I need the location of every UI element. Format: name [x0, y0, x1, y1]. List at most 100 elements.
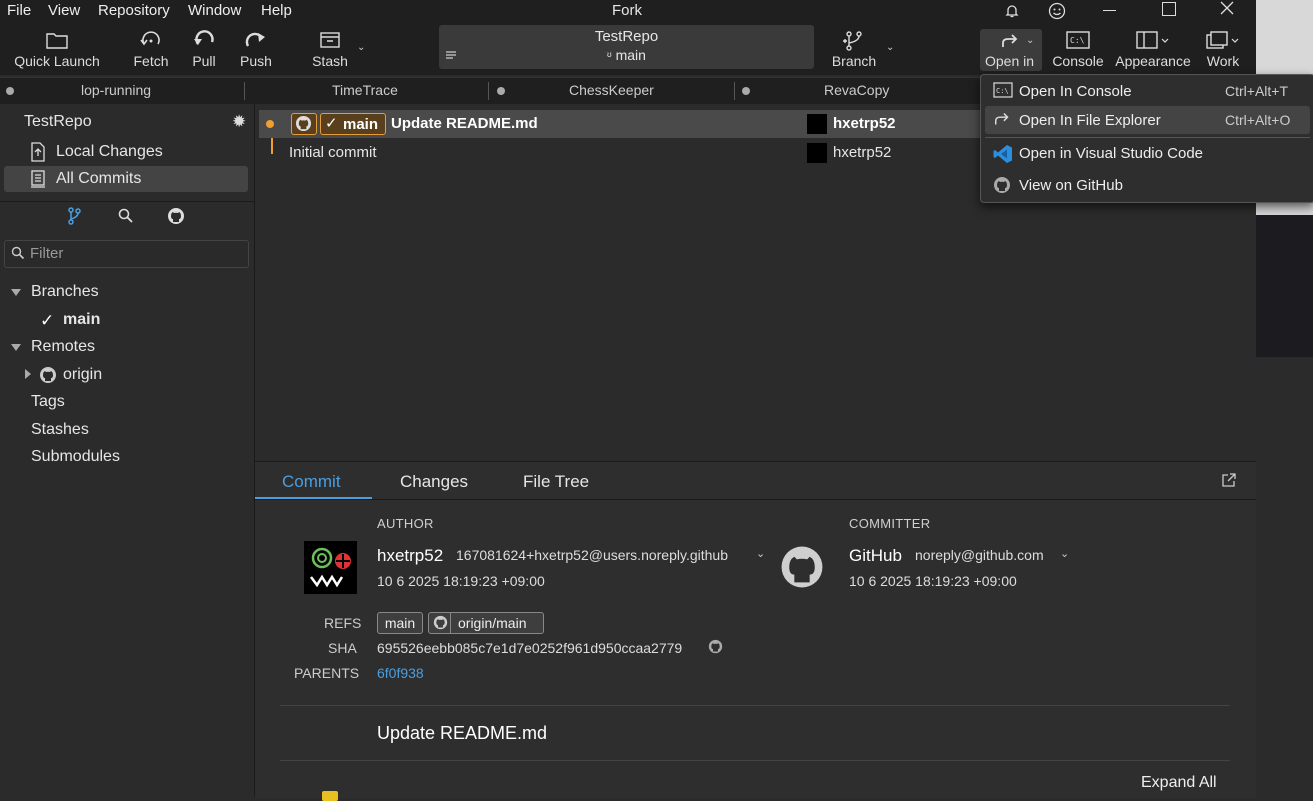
github-icon: [993, 176, 1011, 194]
expand-all-button[interactable]: Expand All: [1141, 774, 1217, 792]
chevron-down-icon[interactable]: ⌄: [756, 547, 765, 560]
branch-item-main[interactable]: ✓ main: [0, 309, 254, 333]
commit-full-message: Update README.md: [377, 723, 548, 743]
console-icon: C:\: [993, 82, 1013, 98]
sidebar-item-local-changes[interactable]: Local Changes: [0, 140, 254, 164]
fetch-label: Fetch: [133, 53, 169, 69]
section-submodules[interactable]: Submodules: [31, 448, 120, 466]
ref-chip-main[interactable]: main: [377, 612, 423, 634]
document-upload-icon: [30, 142, 46, 162]
github-icon: [433, 615, 448, 630]
close-icon[interactable]: [1220, 1, 1234, 15]
menu-item-open-in-file-explorer[interactable]: Open In File Explorer Ctrl+Alt+O: [985, 106, 1310, 134]
filter-input[interactable]: Filter: [4, 240, 249, 268]
author-name: hxetrp52: [377, 546, 444, 565]
open-in-button[interactable]: ⌄ Open in: [980, 29, 1042, 71]
section-label: Branches: [31, 283, 99, 300]
commit-author: hxetrp52: [833, 115, 896, 132]
sidebar-item-all-commits[interactable]: All Commits: [4, 166, 248, 192]
sidebar-item-label: Local Changes: [56, 143, 163, 160]
branch-badge: ✓ main: [320, 113, 386, 135]
fetch-button[interactable]: Fetch: [128, 22, 174, 74]
push-button[interactable]: Push: [234, 22, 278, 74]
branch-button[interactable]: Branch: [826, 22, 882, 74]
tab-chesskeeper[interactable]: ChessKeeper: [569, 82, 654, 98]
divider: [280, 760, 1230, 761]
current-branch: ᶷ main: [439, 47, 814, 63]
menu-item-shortcut: Ctrl+Alt+T: [1225, 83, 1289, 99]
console-label: Console: [1052, 53, 1104, 69]
console-button[interactable]: C:\ Console: [1051, 22, 1105, 74]
menu-view[interactable]: View: [48, 2, 80, 19]
menu-bar: File View Repository Window Help Fork: [0, 0, 1256, 22]
work-label: Work: [1206, 53, 1240, 69]
github-icon[interactable]: [167, 207, 185, 225]
smiley-icon[interactable]: [1048, 2, 1066, 20]
tab-timetrace[interactable]: TimeTrace: [332, 82, 398, 98]
menu-window[interactable]: Window: [188, 2, 241, 19]
section-branches[interactable]: Branches: [0, 282, 254, 306]
quick-launch-button[interactable]: Quick Launch: [10, 22, 104, 74]
repository-selector[interactable]: TestRepo ᶷ main: [439, 25, 814, 69]
tab-separator: [734, 82, 735, 100]
commit-row[interactable]: ✓ main Update README.md hxetrp52: [259, 110, 981, 138]
author-date: 10 6 2025 18:19:23 +09:00: [377, 573, 545, 589]
branch-label: Branch: [831, 53, 877, 69]
search-icon: [11, 246, 25, 260]
tab-separator: [488, 82, 489, 100]
pull-label: Pull: [192, 53, 216, 69]
commit-author: hxetrp52: [833, 144, 892, 161]
section-label: Remotes: [31, 338, 96, 355]
github-logo-icon: [778, 544, 826, 590]
branches-view-icon[interactable]: [67, 207, 81, 225]
quick-launch-label: Quick Launch: [14, 53, 100, 69]
tab-commit[interactable]: Commit: [282, 472, 341, 492]
workspace-icon: [1203, 30, 1243, 50]
ref-chip-origin-main[interactable]: origin/main: [428, 612, 544, 634]
committer-caption: COMMITTER: [849, 516, 931, 531]
search-icon[interactable]: [118, 208, 134, 224]
section-stashes[interactable]: Stashes: [31, 421, 89, 439]
tab-file-tree[interactable]: File Tree: [523, 472, 589, 492]
stash-button[interactable]: Stash: [306, 22, 354, 74]
maximize-icon[interactable]: [1162, 2, 1176, 16]
work-button[interactable]: Work: [1200, 22, 1246, 74]
tab-changes[interactable]: Changes: [400, 472, 468, 492]
commit-row[interactable]: Initial commit hxetrp52: [259, 140, 981, 166]
menu-help[interactable]: Help: [261, 2, 292, 19]
section-remotes[interactable]: Remotes: [0, 337, 254, 361]
console-icon: C:\: [1065, 30, 1091, 50]
gear-icon[interactable]: ✹: [232, 112, 246, 132]
bell-icon[interactable]: [1004, 3, 1020, 19]
appearance-icon: [1133, 30, 1173, 50]
remote-item-origin[interactable]: origin: [0, 364, 254, 388]
menu-item-label: Open In Console: [1019, 83, 1132, 100]
remote-badge: [291, 113, 317, 135]
chevron-down-icon[interactable]: ⌄: [1060, 547, 1069, 560]
tab-revacopy[interactable]: RevaCopy: [824, 82, 889, 98]
avatar: [807, 143, 827, 163]
branch-chevron-down-icon[interactable]: ⌄: [886, 42, 894, 53]
appearance-button[interactable]: Appearance: [1113, 22, 1193, 74]
author-caption: AUTHOR: [377, 516, 434, 531]
tab-lop-running[interactable]: lop-running: [81, 82, 151, 98]
menu-file[interactable]: File: [7, 2, 31, 19]
github-icon[interactable]: [708, 639, 723, 654]
menu-item-open-in-vscode[interactable]: Open in Visual Studio Code: [985, 139, 1310, 167]
stash-chevron-down-icon[interactable]: ⌄: [357, 42, 365, 53]
open-in-chevron-down-icon: ⌄: [1026, 35, 1035, 46]
external-link-icon[interactable]: [1221, 472, 1237, 488]
divider: [280, 705, 1230, 706]
parent-link[interactable]: 6f0f938: [377, 665, 424, 681]
menu-item-open-in-console[interactable]: C:\ Open In Console Ctrl+Alt+T: [985, 77, 1310, 105]
menu-repository[interactable]: Repository: [98, 2, 170, 19]
branch-badge-label: main: [343, 116, 379, 133]
open-in-dropdown-menu: C:\ Open In Console Ctrl+Alt+T Open In F…: [980, 74, 1313, 203]
section-tags[interactable]: Tags: [31, 393, 65, 411]
checkmark-icon: ✓: [40, 311, 55, 330]
tab-modified-dot: [497, 87, 505, 95]
folder-icon: [45, 30, 69, 50]
minimize-icon[interactable]: [1103, 10, 1116, 11]
menu-item-view-on-github[interactable]: View on GitHub: [985, 171, 1310, 199]
pull-button[interactable]: Pull: [182, 22, 226, 74]
